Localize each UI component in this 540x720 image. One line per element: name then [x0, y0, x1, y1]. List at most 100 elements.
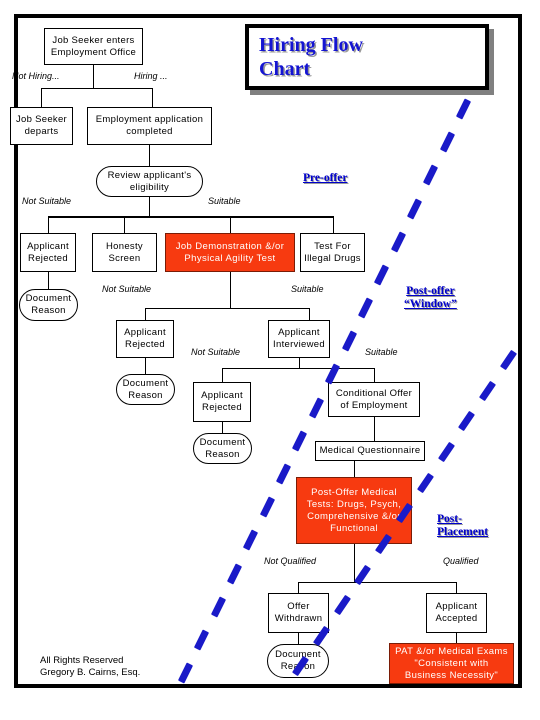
edge-to-offer-withdrawn: [298, 582, 299, 593]
node-document-reason-3[interactable]: Document Reason: [193, 433, 252, 464]
node-honesty-screen-line1: Honesty: [106, 240, 143, 252]
title-line-2: Chart: [259, 58, 311, 80]
node-honesty-screen[interactable]: Honesty Screen: [92, 233, 157, 272]
edge-conditional-to-questionnaire: [374, 417, 375, 441]
node-post-offer-medical[interactable]: Post-Offer Medical Tests: Drugs, Psych, …: [296, 477, 412, 544]
edge-to-job-seeker-departs: [41, 88, 42, 107]
copyright-credit: All Rights Reserved Gregory B. Cairns, E…: [40, 655, 140, 679]
edge-interviewed-split-horizontal: [222, 368, 375, 369]
node-applicant-rejected-1-line2: Rejected: [28, 252, 68, 264]
edge-application-to-review: [149, 144, 150, 166]
edge-rejected3-to-document3: [222, 422, 223, 433]
node-document-reason-4-line1: Document: [275, 649, 321, 660]
node-document-reason-4[interactable]: Document Reason: [267, 644, 329, 678]
node-document-reason-1-line1: Document: [25, 293, 72, 304]
node-medical-questionnaire[interactable]: Medical Questionnaire: [315, 441, 425, 461]
node-applicant-rejected-3-line2: Rejected: [202, 402, 242, 413]
node-applicant-rejected-3-line1: Applicant: [201, 390, 243, 401]
node-post-offer-medical-line4: Functional: [330, 522, 378, 534]
phase-label-post-offer-line1: Post-offer: [406, 285, 455, 297]
node-conditional-offer-line2: of Employment: [340, 399, 408, 411]
node-job-seeker-enters-line1: Job Seeker enters: [52, 34, 135, 46]
phase-label-post-offer: Post-offer “Window”: [404, 285, 457, 311]
node-applicant-rejected-1-line1: Applicant: [27, 240, 69, 252]
node-applicant-interviewed-line1: Applicant: [278, 327, 320, 338]
node-applicant-accepted[interactable]: Applicant Accepted: [426, 593, 487, 633]
node-document-reason-2[interactable]: Document Reason: [116, 374, 175, 405]
node-document-reason-1-line2: Reason: [31, 305, 66, 316]
edge-label-not-suitable-2: Not Suitable: [102, 284, 152, 294]
node-job-demonstration[interactable]: Job Demonstration &/or Physical Agility …: [165, 233, 295, 272]
node-applicant-rejected-2-line1: Applicant: [124, 327, 166, 338]
node-post-offer-medical-line2: Tests: Drugs, Psych,: [306, 498, 402, 510]
edge-withdrawn-to-document4: [298, 633, 299, 644]
edge-label-not-suitable-3: Not Suitable: [191, 347, 241, 357]
edge-to-conditional-offer: [374, 368, 375, 382]
node-employment-application-line2: completed: [126, 126, 173, 137]
edge-to-job-demonstration: [230, 216, 231, 233]
node-offer-withdrawn-line1: Offer: [287, 601, 310, 612]
edge-to-applicant-rejected-1: [48, 216, 49, 233]
edge-four-way-horizontal: [48, 216, 333, 218]
node-job-seeker-departs[interactable]: Job Seeker departs: [10, 107, 73, 145]
edge-to-test-illegal-drugs: [333, 216, 334, 233]
edge-to-employment-application: [152, 88, 153, 107]
node-test-illegal-drugs-line1: Test For: [314, 240, 351, 252]
node-post-offer-medical-line1: Post-Offer Medical: [311, 486, 397, 498]
edge-label-suitable-2: Suitable: [291, 284, 324, 294]
node-pat-medical-exams-line2: "Consistent with: [414, 657, 489, 669]
hiring-flow-chart-page: Hiring Flow Chart Job Seeker enters Empl…: [0, 0, 540, 720]
node-review-eligibility[interactable]: Review applicant's eligibility: [96, 166, 203, 197]
node-conditional-offer-line1: Conditional Offer: [335, 387, 413, 399]
credit-line-2: Gregory B. Cairns, Esq.: [40, 667, 141, 678]
credit-line-1: All Rights Reserved: [40, 655, 124, 666]
node-job-seeker-enters[interactable]: Job Seeker enters Employment Office: [44, 28, 143, 65]
node-applicant-accepted-line2: Accepted: [435, 613, 478, 624]
phase-label-pre-offer: Pre-offer: [303, 172, 348, 184]
edge-label-suitable-3: Suitable: [365, 347, 398, 357]
edge-label-not-qualified: Not Qualified: [264, 556, 317, 566]
node-honesty-screen-line2: Screen: [108, 252, 141, 264]
edge-to-honesty-screen: [124, 216, 125, 233]
node-offer-withdrawn[interactable]: Offer Withdrawn: [268, 593, 329, 633]
edge-to-applicant-accepted: [456, 582, 457, 593]
node-review-eligibility-line1: Review applicant's: [107, 169, 192, 181]
node-pat-medical-exams-line3: Business Necessity": [404, 669, 499, 681]
edge-label-qualified: Qualified: [443, 556, 479, 566]
node-offer-withdrawn-line2: Withdrawn: [274, 613, 323, 624]
edge-to-applicant-rejected-3: [222, 368, 223, 382]
edge-medical-split-horizontal: [298, 582, 456, 583]
node-job-demonstration-line2: Physical Agility Test: [184, 252, 276, 264]
edge-to-applicant-interviewed: [309, 308, 310, 320]
node-applicant-accepted-line1: Applicant: [435, 601, 478, 612]
phase-label-post-placement: Post- Placement: [437, 513, 488, 539]
node-applicant-rejected-2[interactable]: Applicant Rejected: [116, 320, 174, 358]
node-job-demonstration-line1: Job Demonstration &/or: [175, 240, 285, 252]
edge-jobdemo-down: [230, 272, 231, 308]
edge-questionnaire-to-medical: [354, 461, 355, 477]
node-conditional-offer[interactable]: Conditional Offer of Employment: [328, 382, 420, 417]
phase-label-post-placement-line1: Post-: [437, 513, 462, 525]
node-test-illegal-drugs[interactable]: Test For Illegal Drugs: [300, 233, 365, 272]
edge-label-not-suitable-1: Not Suitable: [22, 196, 72, 206]
node-employment-application[interactable]: Employment application completed: [87, 107, 212, 145]
edge-label-suitable-1: Suitable: [208, 196, 241, 206]
node-medical-questionnaire-line1: Medical Questionnaire: [319, 445, 421, 456]
edge-review-down: [149, 196, 150, 216]
node-applicant-interviewed[interactable]: Applicant Interviewed: [268, 320, 330, 358]
node-applicant-rejected-3[interactable]: Applicant Rejected: [193, 382, 251, 422]
node-document-reason-2-line1: Document: [122, 377, 169, 389]
edge-rejected2-to-document2: [145, 358, 146, 374]
node-pat-medical-exams[interactable]: PAT &/or Medical Exams "Consistent with …: [389, 643, 514, 684]
node-post-offer-medical-line3: Comprehensive &/or: [307, 510, 401, 522]
node-pat-medical-exams-line1: PAT &/or Medical Exams: [395, 645, 508, 657]
phase-label-post-placement-line2: Placement: [437, 526, 489, 538]
node-job-seeker-enters-line2: Employment Office: [50, 46, 137, 58]
node-document-reason-3-line1: Document: [199, 436, 246, 448]
node-applicant-rejected-1[interactable]: Applicant Rejected: [20, 233, 76, 272]
edge-label-not-hiring: Not Hiring...: [12, 71, 60, 81]
edge-split-horizontal-top: [41, 88, 153, 89]
node-applicant-rejected-2-line2: Rejected: [125, 339, 165, 350]
edge-interviewed-down: [299, 358, 300, 368]
node-document-reason-1[interactable]: Document Reason: [19, 289, 78, 321]
